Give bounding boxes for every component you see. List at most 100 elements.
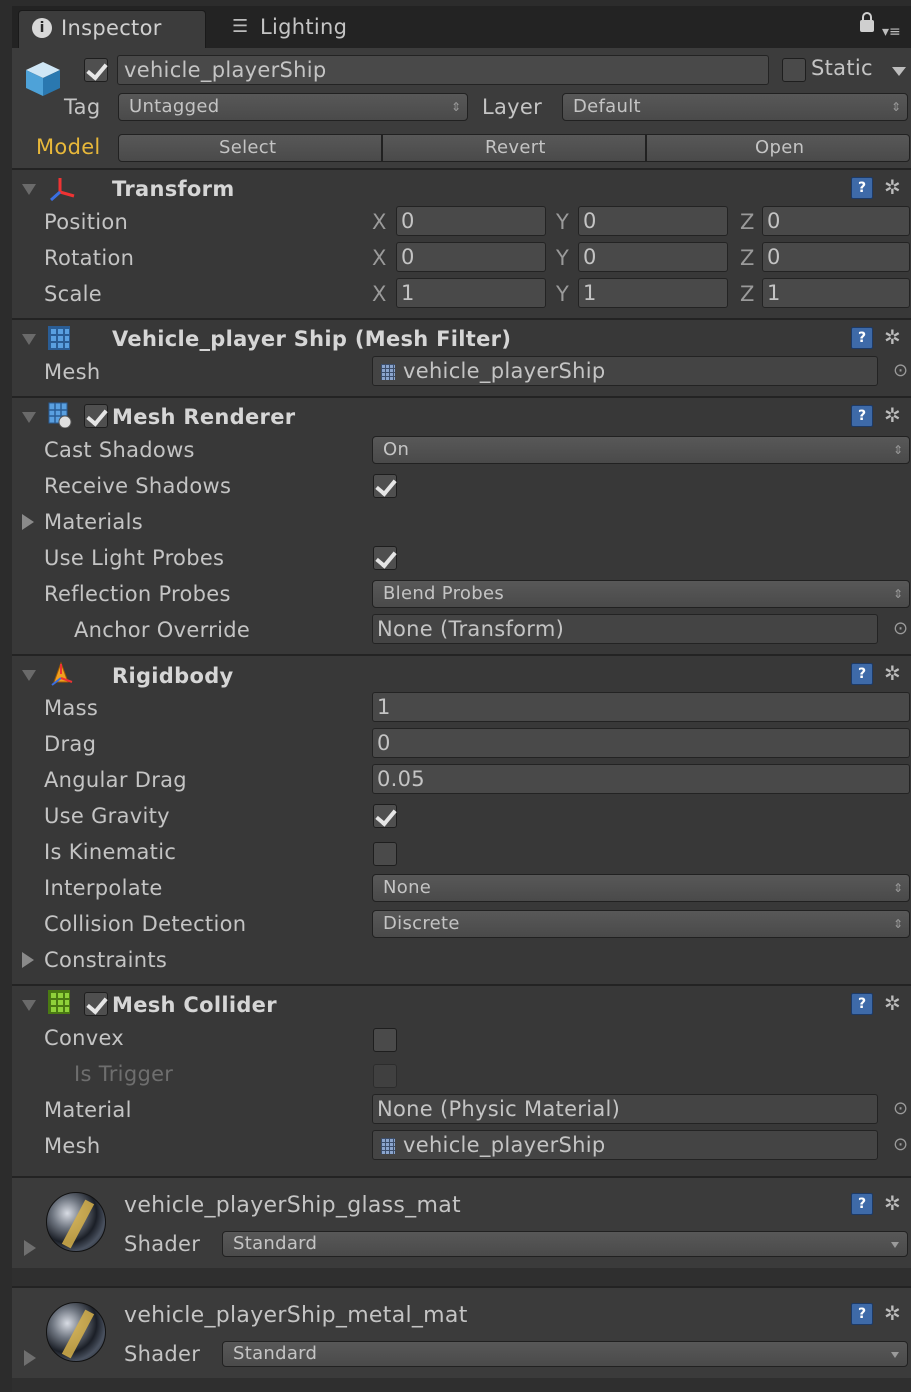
collider-mesh-label: Mesh — [44, 1134, 101, 1158]
model-revert-button[interactable]: Revert — [382, 134, 646, 162]
use-light-probes-checkbox[interactable] — [373, 546, 397, 570]
transform-foldout-icon[interactable] — [22, 184, 36, 195]
rigidbody-help-icon[interactable]: ? — [851, 663, 873, 685]
reflection-probes-dropdown[interactable]: Blend Probes ⇕ — [372, 580, 910, 608]
separator — [12, 168, 911, 170]
rotation-x-field[interactable]: 0 — [396, 242, 546, 272]
mesh-collider-foldout-icon[interactable] — [22, 1000, 36, 1011]
collider-material-field[interactable]: None (Physic Material) — [372, 1094, 878, 1124]
rotation-y-field[interactable]: 0 — [578, 242, 728, 272]
transform-help-icon[interactable]: ? — [851, 177, 873, 199]
model-select-button[interactable]: Select — [118, 134, 382, 162]
constraints-label[interactable]: Constraints — [44, 946, 167, 974]
mesh-collider-enabled-checkbox[interactable] — [84, 992, 108, 1016]
mesh-filter-mesh-field[interactable]: vehicle_playerShip — [372, 356, 878, 386]
material-settings-gear-icon[interactable]: ✲ — [884, 1302, 901, 1324]
scale-y-field[interactable]: 1 — [578, 278, 728, 308]
shader-dropdown[interactable]: Standard — [222, 1341, 908, 1367]
mesh-collider-settings-gear-icon[interactable]: ✲ — [884, 992, 901, 1014]
scale-x-field[interactable]: 1 — [396, 278, 546, 308]
receive-shadows-checkbox[interactable] — [373, 474, 397, 498]
mesh-collider-title: Mesh Collider — [112, 993, 277, 1017]
materials-label[interactable]: Materials — [44, 508, 143, 536]
position-x-field[interactable]: 0 — [396, 206, 546, 236]
collider-mesh-field[interactable]: vehicle_playerShip — [372, 1130, 878, 1160]
is-kinematic-checkbox[interactable] — [373, 842, 397, 866]
object-picker-icon[interactable]: ⊙ — [893, 1098, 908, 1119]
tab-inspector[interactable]: i Inspector — [18, 10, 206, 48]
angular-drag-label: Angular Drag — [44, 768, 187, 792]
use-gravity-checkbox[interactable] — [373, 804, 397, 828]
object-picker-icon[interactable]: ⊙ — [893, 1134, 908, 1155]
transform-settings-gear-icon[interactable]: ✲ — [884, 176, 901, 198]
layer-dropdown[interactable]: Default ⇕ — [562, 93, 908, 121]
gameobject-name-field[interactable]: vehicle_playerShip — [117, 55, 769, 85]
mesh-filter-help-icon[interactable]: ? — [851, 327, 873, 349]
tag-dropdown[interactable]: Untagged ⇕ — [118, 93, 468, 121]
gameobject-active-checkbox[interactable] — [84, 58, 108, 82]
material-foldout-icon[interactable] — [24, 1240, 36, 1256]
mass-value: 1 — [377, 695, 391, 719]
shader-label: Shader — [124, 1232, 201, 1256]
position-y-field[interactable]: 0 — [578, 206, 728, 236]
mesh-collider-icon — [48, 990, 70, 1014]
mesh-asset-icon — [381, 1138, 395, 1154]
reflection-probes-value: Blend Probes — [383, 583, 505, 604]
collision-detection-dropdown[interactable]: Discrete ⇕ — [372, 910, 910, 938]
rigidbody-foldout-icon[interactable] — [22, 670, 36, 681]
convex-checkbox[interactable] — [373, 1028, 397, 1052]
rotation-z-axis-label: Z — [740, 246, 755, 270]
cast-shadows-dropdown[interactable]: On ⇕ — [372, 436, 910, 464]
mesh-filter-settings-gear-icon[interactable]: ✲ — [884, 326, 901, 348]
shader-dropdown[interactable]: Standard — [222, 1231, 908, 1257]
cast-shadows-label: Cast Shadows — [44, 438, 195, 462]
mesh-renderer-help-icon[interactable]: ? — [851, 405, 873, 427]
tab-lighting-label: Lighting — [260, 15, 348, 39]
mesh-renderer-title: Mesh Renderer — [112, 405, 296, 429]
interpolate-dropdown[interactable]: None ⇕ — [372, 874, 910, 902]
position-label: Position — [44, 210, 129, 234]
shader-dropdown-icon — [891, 1352, 899, 1358]
scale-x-axis-label: X — [372, 282, 387, 306]
mesh-renderer-enabled-checkbox[interactable] — [84, 404, 108, 428]
collider-material-label: Material — [44, 1098, 132, 1122]
reflection-probes-label: Reflection Probes — [44, 582, 231, 606]
material-settings-gear-icon[interactable]: ✲ — [884, 1192, 901, 1214]
material-name: vehicle_playerShip_metal_mat — [124, 1303, 468, 1328]
mesh-renderer-settings-gear-icon[interactable]: ✲ — [884, 404, 901, 426]
materials-foldout-icon[interactable] — [22, 514, 34, 530]
material-help-icon[interactable]: ? — [851, 1193, 873, 1215]
angular-drag-field[interactable]: 0.05 — [372, 764, 910, 794]
material-help-icon[interactable]: ? — [851, 1303, 873, 1325]
mesh-renderer-foldout-icon[interactable] — [22, 412, 36, 423]
drag-field[interactable]: 0 — [372, 728, 910, 758]
material-name: vehicle_playerShip_glass_mat — [124, 1193, 461, 1218]
model-open-label: Open — [755, 137, 805, 158]
anchor-override-field[interactable]: None (Transform) — [372, 614, 878, 644]
static-checkbox[interactable] — [782, 58, 806, 82]
rigidbody-settings-gear-icon[interactable]: ✲ — [884, 662, 901, 684]
mass-field[interactable]: 1 — [372, 692, 910, 722]
object-picker-icon[interactable]: ⊙ — [893, 618, 908, 639]
separator — [12, 984, 911, 986]
rotation-x-axis-label: X — [372, 246, 387, 270]
scale-y-axis-label: Y — [556, 282, 570, 306]
cast-shadows-value: On — [383, 439, 410, 460]
object-picker-icon[interactable]: ⊙ — [893, 360, 908, 381]
use-gravity-label: Use Gravity — [44, 804, 170, 828]
scale-y-value: 1 — [583, 281, 597, 305]
constraints-foldout-icon[interactable] — [22, 952, 34, 968]
tab-menu-icon[interactable]: ▾≡ — [882, 24, 901, 40]
material-foldout-icon[interactable] — [24, 1350, 36, 1366]
mesh-filter-foldout-icon[interactable] — [22, 334, 36, 345]
rotation-y-axis-label: Y — [556, 246, 570, 270]
mesh-collider-help-icon[interactable]: ? — [851, 993, 873, 1015]
layer-label: Layer — [482, 95, 543, 119]
collision-detection-updown-icon: ⇕ — [893, 917, 904, 931]
position-z-field[interactable]: 0 — [762, 206, 910, 236]
tab-lighting[interactable]: ☰ Lighting — [218, 10, 398, 46]
scale-z-field[interactable]: 1 — [762, 278, 910, 308]
model-open-button[interactable]: Open — [646, 134, 910, 162]
static-dropdown-icon[interactable] — [892, 67, 906, 76]
rotation-z-field[interactable]: 0 — [762, 242, 910, 272]
